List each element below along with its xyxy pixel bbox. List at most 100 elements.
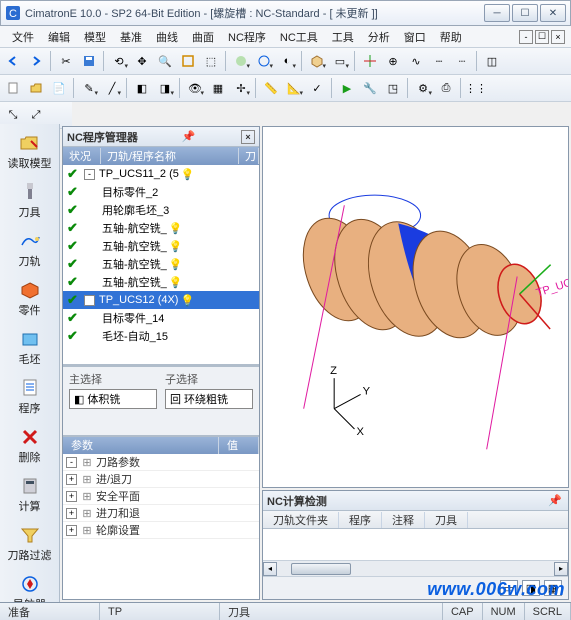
lb-toolpath[interactable]: 刀轨 (3, 226, 57, 273)
tb-post-icon[interactable]: ⎙ (435, 77, 457, 99)
tree-row[interactable]: ✔五轴-航空铣_💡 (63, 255, 259, 273)
calc-icon-3[interactable]: ▦ (544, 580, 562, 596)
col-name[interactable]: 刀轨/程序名称 (101, 148, 239, 164)
menu-tool[interactable]: 工具 (326, 27, 360, 47)
tree-row[interactable]: ✔-TP_UCS12 (4X)💡 (63, 291, 259, 309)
tb-cube-icon[interactable]: ◧ (131, 77, 153, 99)
tb-part2-icon[interactable]: ◨▾ (154, 77, 176, 99)
calc-pin-icon[interactable]: 📌 (548, 494, 562, 508)
tb-undo[interactable] (2, 50, 24, 72)
scroll-left-icon[interactable]: ◂ (263, 562, 277, 576)
tb-open-icon[interactable] (25, 77, 47, 99)
calc-col-prog[interactable]: 程序 (339, 512, 382, 528)
lb-part[interactable]: 零件 (3, 275, 57, 322)
lb-delete[interactable]: 删除 (3, 422, 57, 469)
calc-icon-1[interactable]: ▭ (500, 580, 518, 596)
tb-line-icon[interactable]: ╱▾ (101, 77, 123, 99)
calc-icon-2[interactable]: ◨ (522, 580, 540, 596)
param-expand-icon[interactable]: - (66, 457, 77, 468)
param-row[interactable]: +⊞进刀和退 (63, 505, 259, 522)
menu-datum[interactable]: 基准 (114, 27, 148, 47)
tb-dash-icon[interactable]: ┄ (428, 50, 450, 72)
tb-check-icon[interactable]: ✓ (306, 77, 328, 99)
tb-play-icon[interactable]: ▶ (336, 77, 358, 99)
lb-stock[interactable]: 毛坯 (3, 324, 57, 371)
menu-ncprog[interactable]: NC程序 (222, 27, 272, 47)
col-tool[interactable]: 刀 (239, 148, 259, 164)
menu-nctool[interactable]: NC工具 (274, 27, 324, 47)
viewport-3d[interactable]: TP_UCS11_2 Z Y X (262, 126, 569, 488)
param-row[interactable]: +⊞轮廓设置 (63, 522, 259, 539)
menu-analyze[interactable]: 分析 (362, 27, 396, 47)
menu-file[interactable]: 文件 (6, 27, 40, 47)
lb-read-model[interactable]: 读取模型 (3, 128, 57, 175)
expand-icon[interactable]: - (84, 169, 95, 180)
expand-icon[interactable]: - (84, 295, 95, 306)
menu-surface[interactable]: 曲面 (186, 27, 220, 47)
tb-measure-icon[interactable]: 📏 (260, 77, 282, 99)
param-row[interactable]: -⊞刀路参数 (63, 454, 259, 471)
col-status[interactable]: 状况 (63, 148, 101, 164)
tb-zoom-icon[interactable]: 🔍 (154, 50, 176, 72)
mdi-restore-button[interactable]: ☐ (535, 30, 549, 44)
tree-row[interactable]: ✔目标零件_2 (63, 183, 259, 201)
tb-origin2-icon[interactable]: ⊕ (382, 50, 404, 72)
lb-tool[interactable]: 刀具 (3, 177, 57, 224)
menu-model[interactable]: 模型 (78, 27, 112, 47)
menu-window[interactable]: 窗口 (398, 27, 432, 47)
tb-grip-icon[interactable]: ⋮⋮ (465, 77, 487, 99)
param-col-val[interactable]: 值 (219, 437, 259, 454)
tb-origin-icon[interactable] (359, 50, 381, 72)
close-button[interactable]: ✕ (540, 4, 566, 22)
tb-orbit-icon[interactable]: ⟲▾ (108, 50, 130, 72)
tb-curve-icon[interactable]: ∿ (405, 50, 427, 72)
param-expand-icon[interactable]: + (66, 474, 77, 485)
param-col-name[interactable]: 参数 (63, 437, 219, 454)
tb-iso-icon[interactable]: ▾ (306, 50, 328, 72)
menu-curve[interactable]: 曲线 (150, 27, 184, 47)
tb-sim-icon[interactable]: ⚙▾ (412, 77, 434, 99)
tb-save-icon[interactable] (78, 50, 100, 72)
tb-measure2-icon[interactable]: 📐▾ (283, 77, 305, 99)
main-select-box[interactable]: ◧体积铣 (69, 389, 157, 409)
tb-expand-icon[interactable]: ⤢ (25, 104, 47, 126)
tb-zoomwin-icon[interactable]: ⬚ (200, 50, 222, 72)
calc-col-tool[interactable]: 刀具 (425, 512, 468, 528)
lb-nav[interactable]: 导航器 (3, 569, 57, 602)
pin-icon[interactable]: 📌 (181, 130, 195, 144)
param-row[interactable]: +⊞安全平面 (63, 488, 259, 505)
calc-col-folder[interactable]: 刀轨文件夹 (263, 512, 339, 528)
maximize-button[interactable]: ☐ (512, 4, 538, 22)
mdi-close-button[interactable]: × (551, 30, 565, 44)
mdi-minimize-button[interactable]: - (519, 30, 533, 44)
minimize-button[interactable]: ─ (484, 4, 510, 22)
param-expand-icon[interactable]: + (66, 508, 77, 519)
tree-row[interactable]: ✔-TP_UCS11_2 (5💡 (63, 165, 259, 183)
tree-row[interactable]: ✔目标零件_14 (63, 309, 259, 327)
panel-close-button[interactable]: × (241, 130, 255, 144)
tb-showhide-icon[interactable]: 👁▾ (184, 77, 206, 99)
tb-fit-icon[interactable] (177, 50, 199, 72)
tb-render-icon[interactable]: ◐▾ (276, 50, 298, 72)
tree-row[interactable]: ✔五轴-航空铣_💡 (63, 219, 259, 237)
tree-row[interactable]: ✔五轴-航空铣_💡 (63, 273, 259, 291)
tb-new-icon[interactable] (2, 77, 24, 99)
tb-window-icon[interactable]: ◫ (481, 50, 503, 72)
tree-row[interactable]: ✔五轴-航空铣_💡 (63, 237, 259, 255)
scroll-thumb[interactable] (291, 563, 351, 575)
tb-collapse-icon[interactable]: ⤡ (2, 104, 24, 126)
tb-scissors-icon[interactable]: ✂ (55, 50, 77, 72)
tree-row[interactable]: ✔毛坯-自动_15 (63, 327, 259, 345)
nc-tree[interactable]: ✔-TP_UCS11_2 (5💡✔目标零件_2✔用轮廓毛坯_3✔五轴-航空铣_💡… (63, 165, 259, 365)
param-expand-icon[interactable]: + (66, 525, 77, 536)
calc-hscroll[interactable]: ◂ ▸ (263, 560, 568, 576)
tb-layer-icon[interactable]: ▦ (207, 77, 229, 99)
calc-col-note[interactable]: 注释 (382, 512, 425, 528)
tb-move-icon[interactable]: ✢▾ (230, 77, 252, 99)
tb-redo[interactable] (25, 50, 47, 72)
param-row[interactable]: +⊞进/退刀 (63, 471, 259, 488)
lb-program[interactable]: 程序 (3, 373, 57, 420)
tb-shade-icon[interactable]: ▾ (230, 50, 252, 72)
tb-plane-icon[interactable]: ▭▾ (329, 50, 351, 72)
tb-dash2-icon[interactable]: ┈ (451, 50, 473, 72)
